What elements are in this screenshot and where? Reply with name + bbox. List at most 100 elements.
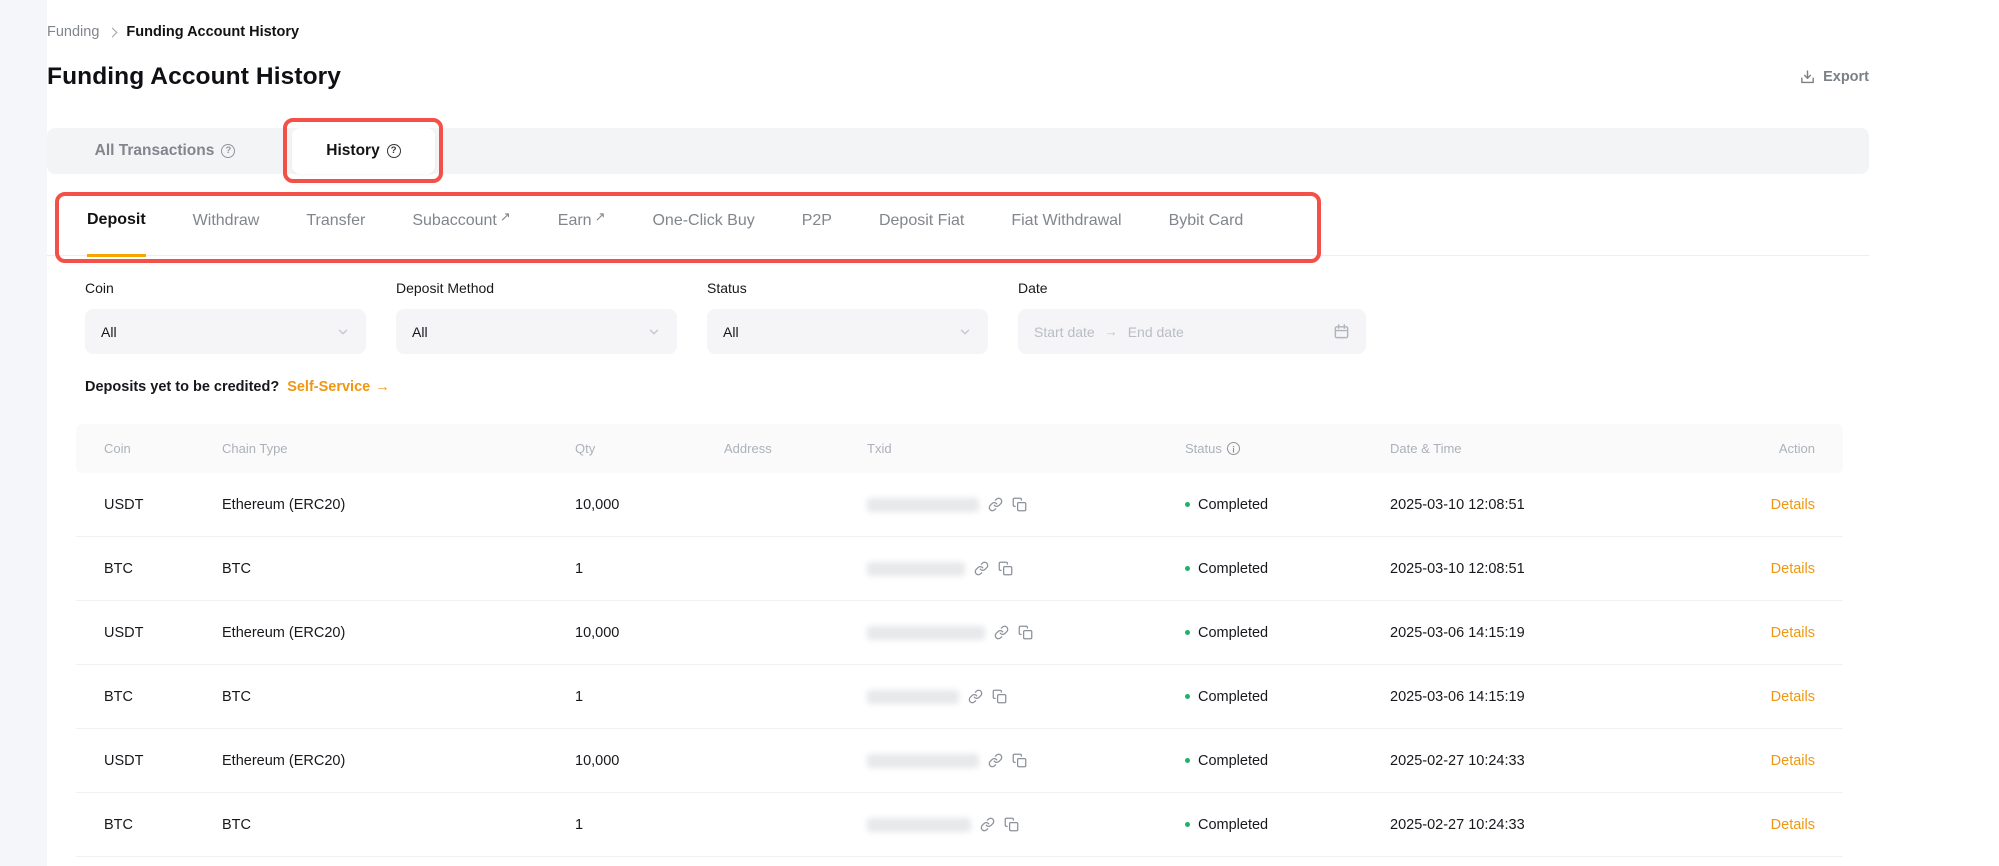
- txid-redacted: [867, 626, 985, 640]
- coin-select[interactable]: All: [85, 309, 366, 354]
- funding-account-history-page: Funding Funding Account History Funding …: [47, 0, 1869, 866]
- cell-txid: [867, 561, 1185, 576]
- txid-link-icon[interactable]: [994, 625, 1009, 640]
- tab-history-label: History: [326, 142, 379, 160]
- status-dot: [1185, 822, 1190, 827]
- subtab-fiat-withdrawal[interactable]: Fiat Withdrawal: [1011, 186, 1121, 256]
- export-icon: [1799, 69, 1816, 86]
- cell-qty: 1: [575, 689, 724, 705]
- cell-chain-type: BTC: [222, 561, 575, 577]
- txid-link-icon[interactable]: [980, 817, 995, 832]
- txid-copy-icon[interactable]: [1004, 817, 1019, 832]
- table-row: BTC BTC 1 Completed 2025-02-27 10:24:33 …: [76, 793, 1843, 857]
- self-service-link[interactable]: Self-Service →: [287, 379, 390, 395]
- notice-text: Deposits yet to be credited?: [85, 379, 279, 395]
- details-link[interactable]: Details: [1771, 561, 1815, 577]
- col-header-chain-type: Chain Type: [222, 441, 575, 456]
- chevron-right-icon: [108, 27, 118, 37]
- status-text: Completed: [1198, 561, 1268, 577]
- table-row: USDT Ethereum (ERC20) 10,000 Completed 2…: [76, 729, 1843, 793]
- status-filter-label: Status: [707, 280, 988, 297]
- filter-coin: Coin All: [85, 280, 366, 354]
- status-text: Completed: [1198, 753, 1268, 769]
- subtab-one-click-buy[interactable]: One-Click Buy: [652, 186, 754, 256]
- txid-redacted: [867, 498, 979, 512]
- cell-qty: 1: [575, 561, 724, 577]
- cell-status: Completed: [1185, 561, 1390, 577]
- date-range-picker[interactable]: Start date → End date: [1018, 309, 1366, 354]
- filter-deposit-method: Deposit Method All: [396, 280, 677, 354]
- status-text: Completed: [1198, 817, 1268, 833]
- export-label: Export: [1823, 69, 1869, 85]
- cell-status: Completed: [1185, 689, 1390, 705]
- details-link[interactable]: Details: [1771, 497, 1815, 513]
- status-dot: [1185, 566, 1190, 571]
- txid-copy-icon[interactable]: [998, 561, 1013, 576]
- subtab-bybit-card[interactable]: Bybit Card: [1169, 186, 1244, 256]
- cell-txid: [867, 497, 1185, 512]
- txid-copy-icon[interactable]: [992, 689, 1007, 704]
- question-circle-icon: [387, 144, 401, 158]
- col-header-coin: Coin: [104, 441, 222, 456]
- status-dot: [1185, 502, 1190, 507]
- subtab-subaccount-label: Subaccount: [412, 186, 497, 256]
- col-header-address: Address: [724, 441, 867, 456]
- col-header-qty: Qty: [575, 441, 724, 456]
- txid-link-icon[interactable]: [988, 497, 1003, 512]
- status-dot: [1185, 758, 1190, 763]
- page-title: Funding Account History: [47, 63, 341, 91]
- txid-link-icon[interactable]: [968, 689, 983, 704]
- subtab-p2p[interactable]: P2P: [802, 186, 832, 256]
- details-link[interactable]: Details: [1771, 753, 1815, 769]
- cell-datetime: 2025-03-06 14:15:19: [1390, 625, 1670, 641]
- deposit-method-select[interactable]: All: [396, 309, 677, 354]
- txid-copy-icon[interactable]: [1012, 497, 1027, 512]
- subtab-earn-label: Earn: [558, 186, 592, 256]
- table-row: USDT Ethereum (ERC20) 10,000 Completed 2…: [76, 601, 1843, 665]
- subtab-deposit-label: Deposit: [87, 185, 146, 255]
- tab-all-transactions[interactable]: All Transactions: [47, 128, 283, 174]
- details-link[interactable]: Details: [1771, 817, 1815, 833]
- subtab-deposit-fiat[interactable]: Deposit Fiat: [879, 186, 964, 256]
- subtab-earn[interactable]: Earn ↗: [558, 186, 606, 256]
- txid-link-icon[interactable]: [988, 753, 1003, 768]
- tab-history[interactable]: History: [292, 128, 435, 174]
- cell-status: Completed: [1185, 753, 1390, 769]
- txid-copy-icon[interactable]: [1012, 753, 1027, 768]
- status-dot: [1185, 630, 1190, 635]
- subtab-deposit[interactable]: Deposit: [87, 187, 146, 257]
- cell-coin: USDT: [104, 625, 222, 641]
- txid-link-icon[interactable]: [974, 561, 989, 576]
- subtab-deposit-fiat-label: Deposit Fiat: [879, 186, 964, 256]
- cell-coin: BTC: [104, 689, 222, 705]
- pending-deposit-notice: Deposits yet to be credited? Self-Servic…: [47, 378, 1869, 396]
- export-button[interactable]: Export: [1799, 69, 1869, 86]
- txid-redacted: [867, 818, 971, 832]
- status-select[interactable]: All: [707, 309, 988, 354]
- subtab-transfer[interactable]: Transfer: [306, 186, 365, 256]
- breadcrumb-funding[interactable]: Funding: [47, 24, 99, 40]
- start-date-input[interactable]: Start date: [1034, 324, 1095, 340]
- date-filter-label: Date: [1018, 280, 1366, 297]
- col-header-status: Status: [1185, 441, 1390, 456]
- cell-qty: 1: [575, 817, 724, 833]
- col-header-action: Action: [1670, 441, 1815, 456]
- chevron-down-icon: [647, 325, 661, 339]
- details-link[interactable]: Details: [1771, 625, 1815, 641]
- subtab-fiat-withdrawal-label: Fiat Withdrawal: [1011, 186, 1121, 256]
- calendar-icon[interactable]: [1333, 323, 1350, 340]
- txid-copy-icon[interactable]: [1018, 625, 1033, 640]
- external-link-icon: ↗: [595, 182, 606, 252]
- end-date-input[interactable]: End date: [1128, 324, 1323, 340]
- subtab-subaccount[interactable]: Subaccount ↗: [412, 186, 510, 256]
- subtab-withdraw[interactable]: Withdraw: [193, 186, 260, 256]
- cell-chain-type: Ethereum (ERC20): [222, 753, 575, 769]
- cell-datetime: 2025-02-27 10:24:33: [1390, 753, 1670, 769]
- main-tabs: All Transactions History: [47, 128, 1869, 174]
- cell-qty: 10,000: [575, 753, 724, 769]
- details-link[interactable]: Details: [1771, 689, 1815, 705]
- subtab-withdraw-label: Withdraw: [193, 186, 260, 256]
- breadcrumb-current: Funding Account History: [126, 24, 299, 40]
- table-row: BTC BTC 1 Completed 2025-03-06 14:15:19 …: [76, 665, 1843, 729]
- cell-datetime: 2025-03-10 12:08:51: [1390, 561, 1670, 577]
